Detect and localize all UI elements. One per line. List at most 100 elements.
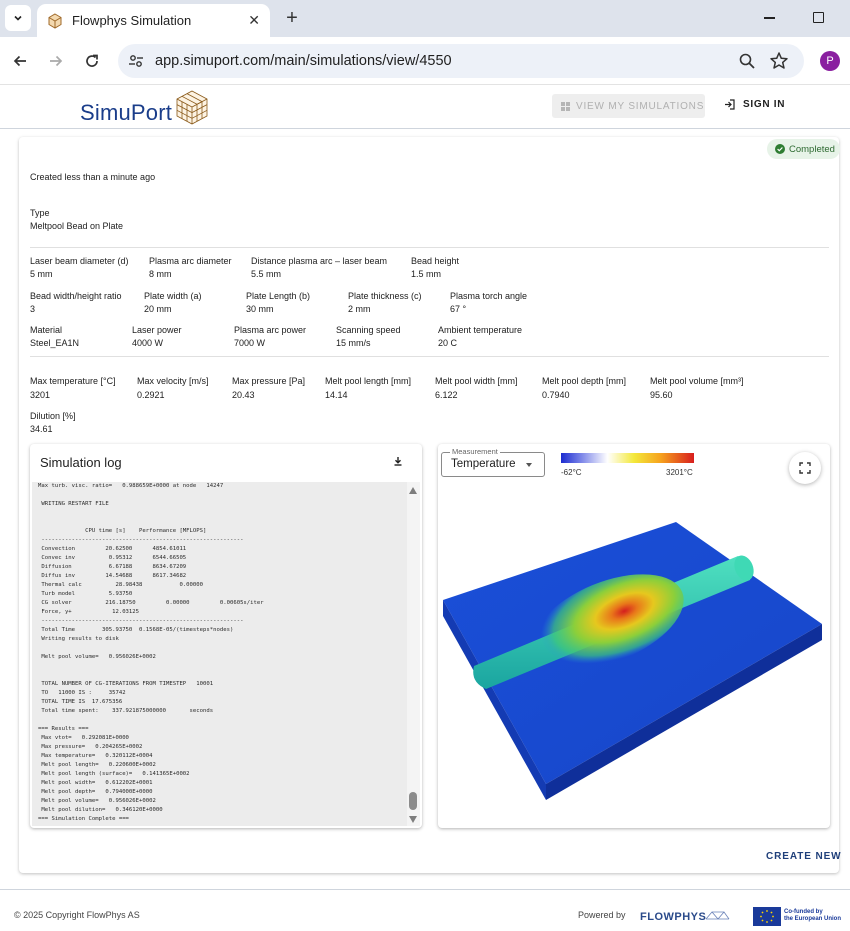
result-value: 34.61 [30,424,53,434]
param-value: 20 mm [144,304,172,314]
color-scale-max: 3201°C [666,468,693,477]
param-value: 30 mm [246,304,274,314]
view-my-simulations-label: VIEW MY SIMULATIONS [576,100,705,112]
site-settings-icon[interactable] [127,52,145,70]
sign-in-button[interactable]: SIGN IN [724,99,785,110]
param-label: Laser power [132,325,182,335]
scrollbar-thumb[interactable] [409,792,417,810]
log-content: Max turb. visc. ratio= 0.988659E+0000 at… [38,483,264,822]
bookmark-star-icon[interactable] [769,51,789,71]
param-label: Ambient temperature [438,325,523,335]
flowphys-logo[interactable]: FLOWPHYS [640,911,706,923]
param-label: Scanning speed [336,325,401,335]
eu-cofunded-text: Co-funded by the European Union [784,909,841,923]
zoom-icon[interactable] [738,52,756,70]
fullscreen-icon [799,462,811,474]
tab-search-button[interactable] [5,5,31,31]
param-value: 4000 W [132,338,164,348]
result-value: 0.2921 [137,390,165,400]
param-value: 2 mm [348,304,371,314]
result-label: Melt pool length [mm] [325,376,412,386]
result-label: Max pressure [Pa] [232,376,306,386]
visualization-panel: Measurement Temperature -62°C 3201°C [438,444,830,828]
back-button[interactable] [10,51,30,71]
check-circle-icon [775,144,785,154]
scroll-down-icon[interactable] [409,816,417,823]
download-icon[interactable] [393,456,403,466]
color-scale-bar [561,453,694,463]
measurement-value: Temperature [451,458,516,470]
log-scrollbar[interactable] [407,482,420,826]
param-value: Steel_EA1N [30,338,80,348]
divider [30,247,829,248]
param-value: 15 mm/s [336,338,371,348]
window-maximize-button[interactable] [813,12,824,23]
simulation-log-panel: Simulation log Max turb. visc. ratio= 0.… [30,444,422,828]
simuport-logo[interactable]: SimuPort [80,88,212,128]
network-logo-icon [705,911,730,920]
address-bar[interactable]: app.simuport.com/main/simulations/view/4… [118,44,804,78]
param-label: Bead width/height ratio [30,291,122,301]
measurement-select[interactable]: Measurement Temperature [441,447,545,477]
param-label: Plasma arc power [234,325,307,335]
fullscreen-button[interactable] [789,452,821,484]
window-minimize-button[interactable] [764,17,775,19]
view-my-simulations-button[interactable]: VIEW MY SIMULATIONS [552,94,705,118]
measurement-label: Measurement [450,447,500,456]
powered-by-text: Powered by [578,910,626,920]
simulation-log-text[interactable]: Max turb. visc. ratio= 0.988659E+0000 at… [32,482,407,826]
forward-button[interactable] [46,51,66,71]
copyright-text: © 2025 Copyright FlowPhys AS [14,910,140,920]
meltpool-3d-view[interactable] [438,444,830,828]
dropdown-caret-icon [526,463,532,467]
simulation-log-title: Simulation log [40,455,122,470]
result-label: Melt pool volume [mm³] [650,376,744,386]
browser-toolbar: app.simuport.com/main/simulations/view/4… [0,37,850,85]
eu-flag-icon [753,907,781,926]
tab-close-icon[interactable]: ✕ [248,12,260,29]
browser-tab-bar: Flowphys Simulation ✕ + [0,0,850,37]
reload-button[interactable] [82,51,102,71]
param-value: 67 ° [450,304,467,314]
cube-favicon-icon [48,12,62,29]
cube-logo-icon [176,90,208,125]
param-value: 3 [30,304,36,314]
param-value: 5 mm [30,269,53,279]
param-value: 7000 W [234,338,266,348]
result-label: Max temperature [°C] [30,376,116,386]
param-label: Plate Length (b) [246,291,311,301]
tab-title: Flowphys Simulation [72,13,192,28]
color-scale-min: -62°C [561,468,582,477]
url-text: app.simuport.com/main/simulations/view/4… [155,53,452,69]
status-label: Completed [789,143,835,155]
eu-text-line2: the European Union [784,916,841,922]
result-label: Dilution [%] [30,411,76,421]
scroll-up-icon[interactable] [409,487,417,494]
created-text: Created less than a minute ago [30,172,156,182]
param-label: Plate width (a) [144,291,202,301]
divider [30,356,829,357]
status-badge: Completed [767,139,840,159]
result-value: 20.43 [232,390,255,400]
result-label: Melt pool width [mm] [435,376,518,386]
eu-text-line1: Co-funded by [784,909,823,915]
param-label: Plate thickness (c) [348,291,422,301]
result-label: Max velocity [m/s] [137,376,209,386]
param-value: 1.5 mm [411,269,442,279]
login-icon [725,99,735,110]
param-label: Bead height [411,256,460,266]
create-new-button[interactable]: CREATE NEW [766,851,841,862]
profile-avatar[interactable]: P [820,51,840,71]
browser-tab[interactable]: Flowphys Simulation ✕ [37,4,270,37]
result-value: 14.14 [325,390,348,400]
param-label: Plasma arc diameter [149,256,232,266]
type-label: Type [30,208,50,218]
sign-in-label: SIGN IN [743,99,786,110]
arrow-right-icon [50,55,63,67]
reload-icon [86,54,98,67]
result-value: 6.122 [435,390,458,400]
new-tab-button[interactable]: + [282,7,302,30]
param-label: Distance plasma arc – laser beam [251,256,388,266]
logo-text: SimuPort [80,100,173,125]
footer: © 2025 Copyright FlowPhys AS Powered by … [0,889,850,931]
